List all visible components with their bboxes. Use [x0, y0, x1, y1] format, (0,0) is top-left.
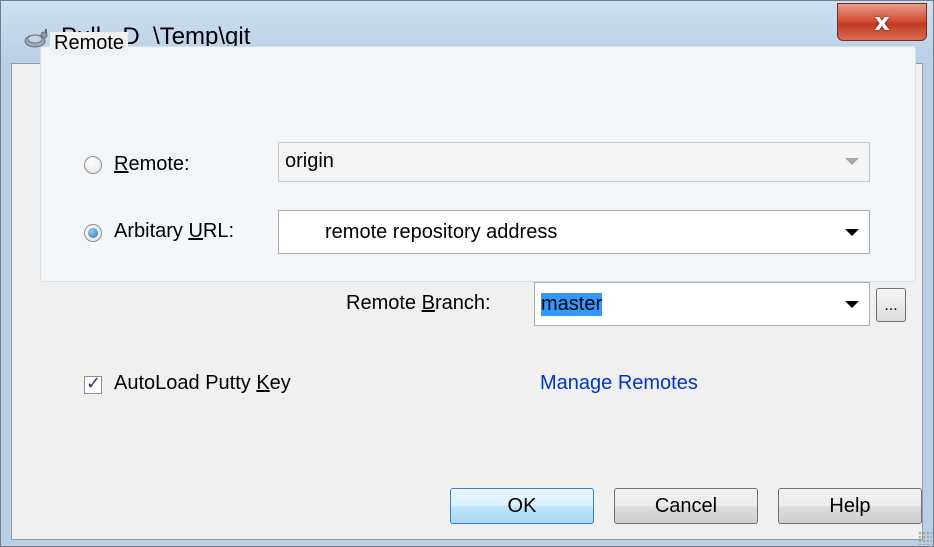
close-icon: x	[874, 8, 890, 36]
chevron-down-icon	[845, 158, 859, 165]
arbitrary-url-radio[interactable]	[84, 224, 102, 242]
remote-group-legend: Remote	[50, 32, 129, 55]
browse-branch-button[interactable]: ...	[876, 288, 906, 322]
chevron-down-icon	[845, 229, 859, 236]
arbitrary-url-label[interactable]: Arbitary URL:	[114, 220, 234, 243]
remote-combo-value: origin	[285, 150, 334, 172]
remote-branch-combo[interactable]: master	[534, 282, 870, 326]
chevron-down-icon	[845, 301, 859, 308]
url-combo-value: remote repository address	[325, 221, 558, 243]
autoload-putty-key-checkbox[interactable]	[84, 373, 102, 394]
help-button[interactable]: Help	[778, 488, 922, 524]
resize-grip[interactable]	[918, 531, 932, 545]
remote-combo[interactable]: origin	[278, 142, 870, 182]
close-button[interactable]: x	[837, 3, 927, 41]
cancel-button[interactable]: Cancel	[614, 488, 758, 524]
remote-branch-value[interactable]: master	[541, 293, 603, 316]
ok-button[interactable]: OK	[450, 488, 594, 524]
arbitrary-url-combo[interactable]: remote repository address	[278, 210, 870, 254]
manage-remotes-link[interactable]: Manage Remotes	[540, 372, 698, 395]
remote-radio[interactable]	[84, 156, 102, 174]
remote-branch-label: Remote Branch:	[346, 292, 491, 314]
remote-radio-label[interactable]: Remote:	[114, 153, 190, 176]
autoload-putty-key-label[interactable]: AutoLoad Putty Key	[114, 372, 291, 395]
